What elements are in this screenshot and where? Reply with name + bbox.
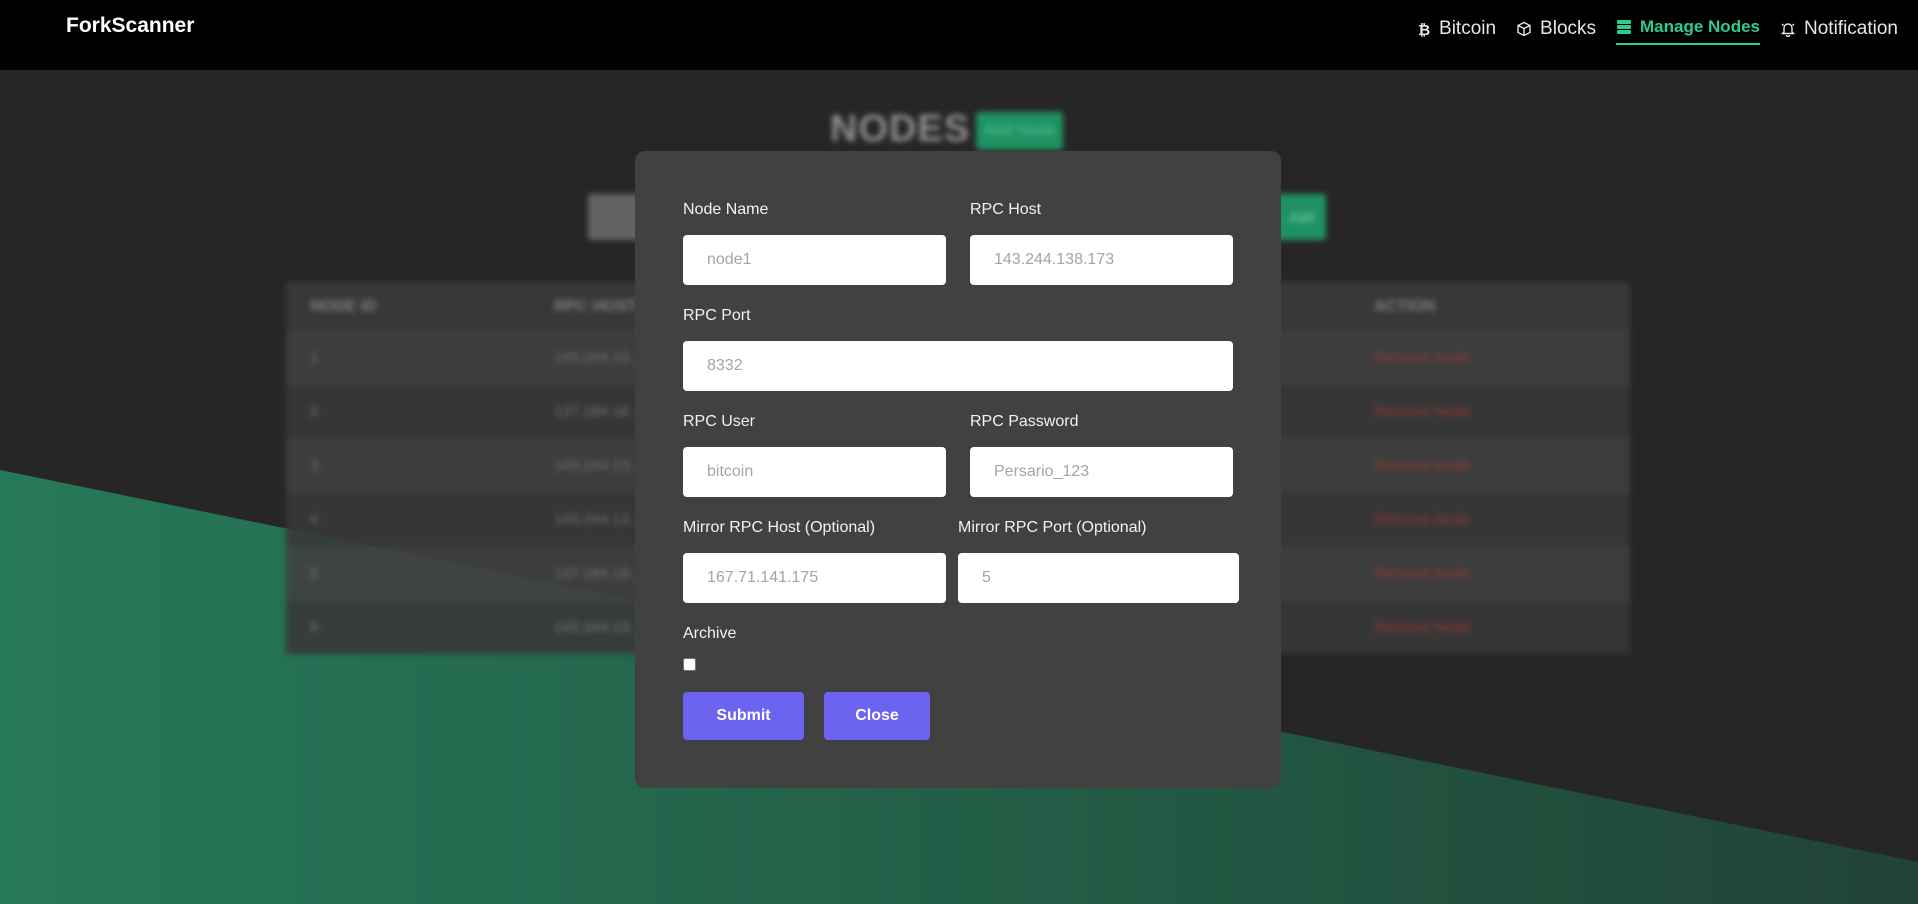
- nav-item-label: Blocks: [1540, 18, 1597, 39]
- nav-item-blocks[interactable]: Blocks: [1516, 0, 1596, 44]
- nav-item-label: Bitcoin: [1439, 18, 1497, 39]
- nav-item-label: Notification: [1804, 18, 1898, 39]
- row-host: 143.244.13…: [554, 349, 645, 366]
- row-id: 6: [310, 619, 319, 636]
- rpc-password-label: RPC Password: [970, 413, 1079, 430]
- row-host: 137.184.18…: [554, 565, 645, 582]
- node-name-label: Node Name: [683, 201, 769, 218]
- header-action: ACTION: [1374, 298, 1436, 315]
- remove-node-link: Remove Node: [1374, 565, 1470, 582]
- rpc-password-input[interactable]: [970, 447, 1233, 497]
- remove-node-link: Remove Node: [1374, 619, 1470, 636]
- nav-menu: ₿ Bitcoin Blocks Manage Nodes Notificati…: [1395, 0, 1898, 70]
- add-node-modal: Node Name RPC Host RPC Port RPC User RPC…: [635, 151, 1281, 788]
- rpc-host-input[interactable]: [970, 235, 1233, 285]
- close-button[interactable]: Close: [824, 692, 930, 740]
- rpc-user-input[interactable]: [683, 447, 946, 497]
- row-id: 3: [310, 457, 319, 474]
- row-id: 5: [310, 565, 319, 582]
- nav-item-bitcoin[interactable]: ₿ Bitcoin: [1415, 0, 1496, 44]
- row-id: 2: [310, 403, 319, 420]
- rpc-port-input[interactable]: [683, 341, 1233, 391]
- remove-node-link: Remove Node: [1374, 511, 1470, 528]
- archive-checkbox[interactable]: [683, 658, 696, 671]
- row-id: 4: [310, 511, 319, 528]
- node-name-input[interactable]: [683, 235, 946, 285]
- row-id: 1: [310, 349, 319, 366]
- remove-node-link: Remove Node: [1374, 403, 1470, 420]
- row-host: 143.244.13…: [554, 457, 645, 474]
- remove-node-link: Remove Node: [1374, 349, 1470, 366]
- row-host: 137.184.18…: [554, 403, 645, 420]
- header-rpc-host: RPC HOST: [554, 298, 637, 315]
- brand-logo[interactable]: ForkScanner: [66, 14, 194, 38]
- rpc-host-label: RPC Host: [970, 201, 1042, 218]
- rpc-port-label: RPC Port: [683, 307, 751, 324]
- archive-label: Archive: [683, 625, 737, 642]
- nav-item-label: Manage Nodes: [1640, 16, 1760, 36]
- mirror-host-input[interactable]: [683, 553, 946, 603]
- server-icon: [1617, 19, 1632, 34]
- row-host: 143.244.13…: [554, 619, 645, 636]
- mirror-host-label: Mirror RPC Host (Optional): [683, 519, 876, 536]
- cube-icon: [1517, 21, 1531, 37]
- nav-item-notification[interactable]: Notification: [1780, 0, 1898, 44]
- remove-node-link: Remove Node: [1374, 457, 1470, 474]
- header-node-id: NODE ID: [310, 298, 377, 315]
- svg-text:₿: ₿: [1418, 21, 1430, 37]
- mirror-port-label: Mirror RPC Port (Optional): [958, 519, 1147, 536]
- bell-icon: [1780, 23, 1796, 37]
- add-node-button: Add Node: [976, 112, 1064, 150]
- row-host: 143.244.13…: [554, 511, 645, 528]
- top-navbar: ForkScanner ₿ Bitcoin Blocks Manage Node…: [0, 0, 1918, 70]
- page-title: NODES: [830, 108, 971, 150]
- mirror-port-input[interactable]: [958, 553, 1239, 603]
- bitcoin-icon: ₿: [1418, 21, 1430, 37]
- rpc-user-label: RPC User: [683, 413, 756, 430]
- nav-item-manage-nodes[interactable]: Manage Nodes: [1616, 0, 1760, 45]
- submit-button[interactable]: Submit: [683, 692, 804, 740]
